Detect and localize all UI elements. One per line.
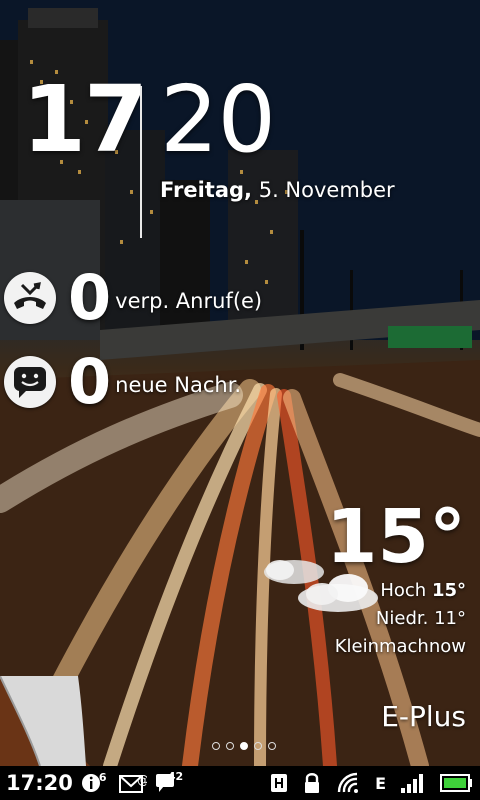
network-type-label: E: [375, 773, 386, 793]
lock-icon: [303, 772, 321, 794]
weather-high: Hoch 15°: [380, 580, 466, 601]
page-dot[interactable]: [254, 742, 262, 750]
page-dot[interactable]: [268, 742, 276, 750]
mail-icon: @: [118, 772, 147, 794]
clock-hours[interactable]: 17: [22, 74, 148, 166]
missed-calls-label: verp. Anruf(e): [115, 289, 263, 313]
weather-high-label: Hoch: [380, 580, 427, 601]
home-page-indicator: [212, 742, 276, 750]
clock-weekday: Freitag,: [160, 178, 253, 202]
clock-minutes[interactable]: 20: [160, 74, 276, 166]
weather-low-label: Niedr.: [375, 608, 429, 629]
notif-badge-count: 6: [98, 771, 107, 784]
status-time: 17:20: [6, 771, 73, 795]
cloud-icon: [264, 560, 378, 612]
page-curl-handle[interactable]: [0, 676, 90, 766]
page-dot-active[interactable]: [240, 742, 248, 750]
svg-text:@: @: [137, 773, 147, 787]
status-bar[interactable]: 17:20 6 @ 42: [0, 766, 480, 800]
page-dot[interactable]: [226, 742, 234, 750]
sms-badge-count: 42: [167, 770, 184, 783]
weather-high-value: 15°: [431, 580, 466, 601]
signal-icon: [400, 772, 426, 794]
wifi-icon: [335, 772, 361, 794]
clock-divider: [140, 86, 142, 238]
messages-label: neue Nachr.: [115, 373, 242, 397]
battery-icon: [440, 773, 474, 793]
status-right-icons: E: [269, 766, 474, 800]
info-icon: 6: [81, 771, 107, 793]
messages-widget[interactable]: 0 neue Nachr.: [4, 350, 241, 414]
messages-count: 0: [68, 345, 112, 418]
weather-location: Kleinmachnow: [334, 636, 466, 657]
missed-calls-count: 0: [68, 261, 112, 334]
page-dot[interactable]: [212, 742, 220, 750]
usb-debug-icon: [269, 772, 289, 794]
clock-date: Freitag, 5. November: [160, 178, 395, 202]
missed-calls-widget[interactable]: 0 verp. Anruf(e): [4, 266, 262, 330]
clock-day-month: 5. November: [258, 178, 395, 202]
weather-low-value: 11°: [434, 608, 466, 629]
missed-call-icon: [4, 272, 56, 324]
carrier-label: E-Plus: [381, 700, 466, 733]
message-icon: [4, 356, 56, 408]
weather-low: Niedr. 11°: [376, 608, 466, 629]
sms-icon: 42: [155, 770, 183, 794]
